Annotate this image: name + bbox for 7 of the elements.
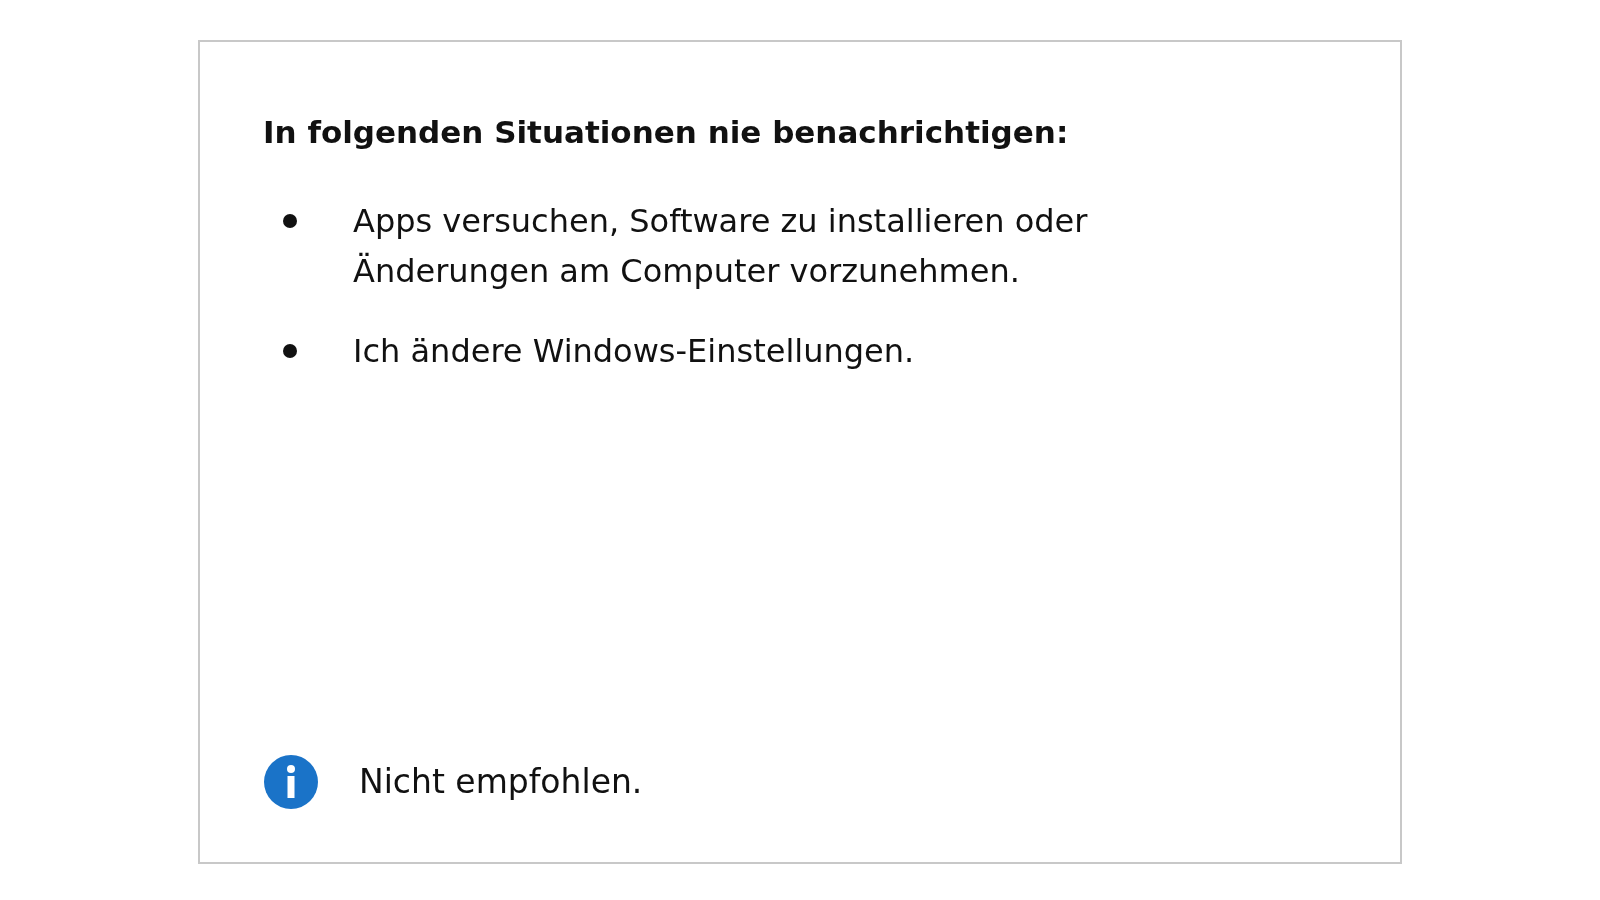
bullet-text: Apps versuchen, Software zu installieren oder Änderungen am Computer vorzunehmen. [353, 201, 1089, 292]
bullet-text: Ich ändere Windows-Einstellungen. [353, 331, 916, 372]
heading: In folgenden Situationen nie benachrichtigen: [263, 113, 1070, 152]
bullet-icon [283, 344, 297, 358]
info-icon [263, 754, 319, 810]
bullet-icon [283, 214, 297, 228]
note-text: Nicht empfohlen. [359, 761, 643, 803]
